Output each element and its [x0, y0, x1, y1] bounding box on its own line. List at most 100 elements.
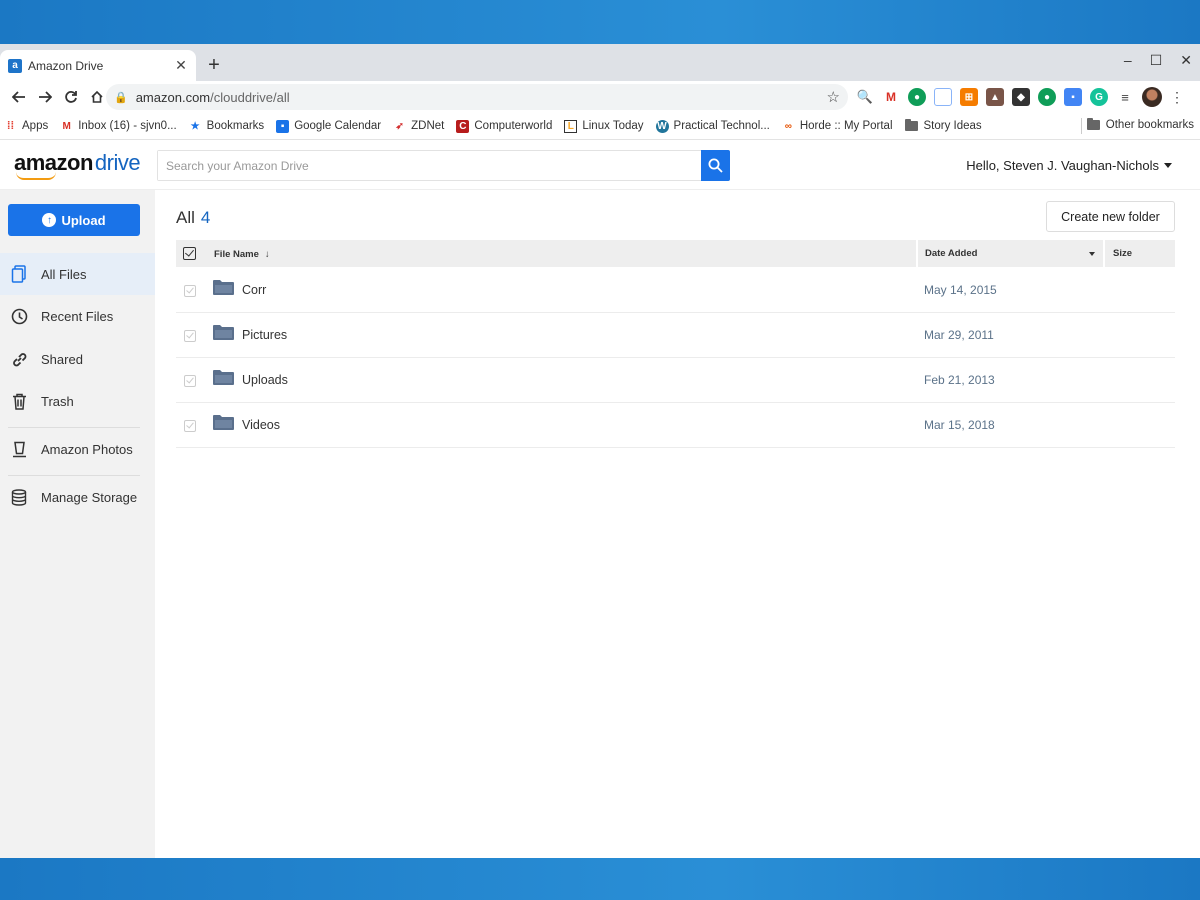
clock-icon: [10, 307, 28, 325]
row-checkbox[interactable]: [184, 330, 196, 342]
sort-dropdown-icon[interactable]: [1089, 252, 1095, 256]
folder-icon: [213, 325, 234, 340]
search-input[interactable]: [158, 151, 701, 180]
new-tab-icon[interactable]: +: [204, 54, 224, 76]
pocket-extension-icon[interactable]: ▲: [986, 88, 1004, 106]
column-header-size[interactable]: Size: [1113, 248, 1132, 259]
computerworld-icon: C: [456, 119, 470, 133]
column-divider: [916, 240, 918, 267]
address-bar[interactable]: 🔒 amazon.com/clouddrive/all ☆: [106, 84, 848, 110]
select-all-checkbox[interactable]: [183, 247, 196, 260]
desktop-background-top: [0, 0, 1200, 44]
upload-arrow-icon: ↑: [42, 213, 57, 227]
file-table-header: File Name ↓ Date Added Size: [176, 240, 1175, 267]
calendar-extension-icon[interactable]: ⊞: [960, 88, 978, 106]
forward-icon[interactable]: [32, 84, 58, 110]
close-tab-icon[interactable]: ✕: [174, 57, 188, 74]
docs-extension-icon[interactable]: [934, 88, 952, 106]
date-added: Feb 21, 2013: [924, 373, 995, 387]
search-icon: [708, 158, 723, 173]
app-header: amazondrive Hello, Steven J. Vaughan-Nic…: [0, 140, 1200, 190]
gmail-extension-icon[interactable]: M: [882, 88, 900, 106]
table-row[interactable]: Corr May 14, 2015: [176, 268, 1175, 313]
folder-icon: [213, 415, 234, 430]
column-header-date-added[interactable]: Date Added: [925, 248, 977, 259]
sidebar-item-manage-storage[interactable]: Manage Storage: [0, 476, 155, 518]
table-row[interactable]: Pictures Mar 29, 2011: [176, 313, 1175, 358]
photos-icon: [10, 440, 28, 458]
extensions-area: 🔍 M ● ⊞ ▲ ◆ ● ▪ G ≡ ⋮: [856, 87, 1184, 107]
folder-icon: [213, 280, 234, 295]
bookmark-horde[interactable]: ∞ Horde :: My Portal: [782, 120, 893, 133]
sidebar-item-trash[interactable]: Trash: [0, 380, 155, 422]
page-title: All 4: [176, 208, 211, 227]
bookmark-zdnet[interactable]: ➶ ZDNet: [393, 120, 444, 133]
tab-strip: a Amazon Drive ✕ + – ☐ ✕: [0, 44, 1200, 81]
row-checkbox[interactable]: [184, 285, 196, 297]
file-name[interactable]: Uploads: [242, 373, 288, 387]
bookmark-story-ideas[interactable]: Story Ideas: [904, 119, 982, 132]
amazon-smile-icon: [16, 172, 56, 180]
bookmark-inbox[interactable]: M Inbox (16) - sjvn0...: [60, 120, 177, 133]
bookmark-linux-today[interactable]: L Linux Today: [564, 119, 644, 133]
shield-extension-icon[interactable]: ◆: [1012, 88, 1030, 106]
column-divider: [1103, 240, 1105, 267]
sidebar: ↑ Upload All Files Recent Files Shared T…: [0, 190, 155, 858]
minimize-icon[interactable]: –: [1124, 52, 1132, 69]
other-bookmarks[interactable]: Other bookmarks: [1086, 118, 1194, 131]
bookmark-apps[interactable]: ⁞⁞ Apps: [4, 120, 48, 133]
search-button[interactable]: [701, 150, 730, 181]
bookmark-google-calendar[interactable]: ▪ Google Calendar: [276, 119, 381, 133]
greeting-text: Hello, Steven J. Vaughan-Nichols: [966, 158, 1159, 173]
sidebar-item-all-files[interactable]: All Files: [0, 253, 155, 295]
bookmarks-divider: [1081, 118, 1082, 134]
grammarly-extension-icon[interactable]: G: [1090, 88, 1108, 106]
create-new-folder-button[interactable]: Create new folder: [1046, 201, 1175, 232]
bookmark-star-icon[interactable]: ☆: [827, 88, 840, 106]
reload-icon[interactable]: [58, 84, 84, 110]
evernote-extension-icon[interactable]: ●: [1038, 88, 1056, 106]
link-icon: [10, 350, 28, 368]
folder-icon: [213, 370, 234, 385]
row-checkbox[interactable]: [184, 375, 196, 387]
storage-icon: [10, 488, 28, 506]
zdnet-icon: ➶: [395, 120, 404, 132]
file-name[interactable]: Pictures: [242, 328, 287, 342]
bookmark-bookmarks[interactable]: ★ Bookmarks: [189, 120, 265, 133]
bookmark-practical-technology[interactable]: W Practical Technol...: [655, 119, 770, 133]
desktop-background-bottom: [0, 858, 1200, 900]
linux-today-icon: L: [564, 119, 578, 133]
back-icon[interactable]: [6, 84, 32, 110]
bookmarks-bar: ⁞⁞ Apps M Inbox (16) - sjvn0... ★ Bookma…: [0, 113, 1200, 140]
row-checkbox[interactable]: [184, 420, 196, 432]
sort-arrow-icon: ↓: [264, 249, 270, 260]
date-added: Mar 29, 2011: [924, 328, 994, 342]
file-name[interactable]: Corr: [242, 283, 266, 297]
wordpress-icon: W: [655, 119, 669, 133]
browser-menu-icon[interactable]: ⋮: [1170, 89, 1184, 106]
maximize-icon[interactable]: ☐: [1150, 52, 1163, 69]
maps-extension-icon[interactable]: ●: [908, 88, 926, 106]
account-menu[interactable]: Hello, Steven J. Vaughan-Nichols: [966, 158, 1172, 173]
sidebar-item-recent-files[interactable]: Recent Files: [0, 295, 155, 337]
amazon-favicon-icon: a: [8, 58, 22, 73]
search-extension-icon[interactable]: 🔍: [856, 88, 874, 106]
upload-button[interactable]: ↑ Upload: [8, 204, 140, 236]
sidebar-item-shared[interactable]: Shared: [0, 338, 155, 380]
url-text: amazon.com/clouddrive/all: [135, 89, 290, 105]
bookmark-computerworld[interactable]: C Computerworld: [456, 119, 552, 133]
sidebar-item-amazon-photos[interactable]: Amazon Photos: [0, 428, 155, 470]
close-window-icon[interactable]: ✕: [1180, 52, 1192, 69]
date-added: May 14, 2015: [924, 283, 997, 297]
reading-list-icon[interactable]: ≡: [1116, 88, 1134, 106]
window-controls: – ☐ ✕: [1124, 52, 1192, 69]
table-row[interactable]: Videos Mar 15, 2018: [176, 403, 1175, 448]
column-header-file-name[interactable]: File Name ↓: [214, 249, 270, 260]
star-icon: ★: [190, 120, 200, 132]
main-content: All 4 Create new folder File Name ↓ Date A…: [155, 190, 1200, 858]
browser-tab[interactable]: a Amazon Drive ✕: [0, 50, 196, 81]
table-row[interactable]: Uploads Feb 21, 2013: [176, 358, 1175, 403]
file-name[interactable]: Videos: [242, 418, 280, 432]
profile-avatar[interactable]: [1142, 87, 1162, 107]
meet-extension-icon[interactable]: ▪: [1064, 88, 1082, 106]
